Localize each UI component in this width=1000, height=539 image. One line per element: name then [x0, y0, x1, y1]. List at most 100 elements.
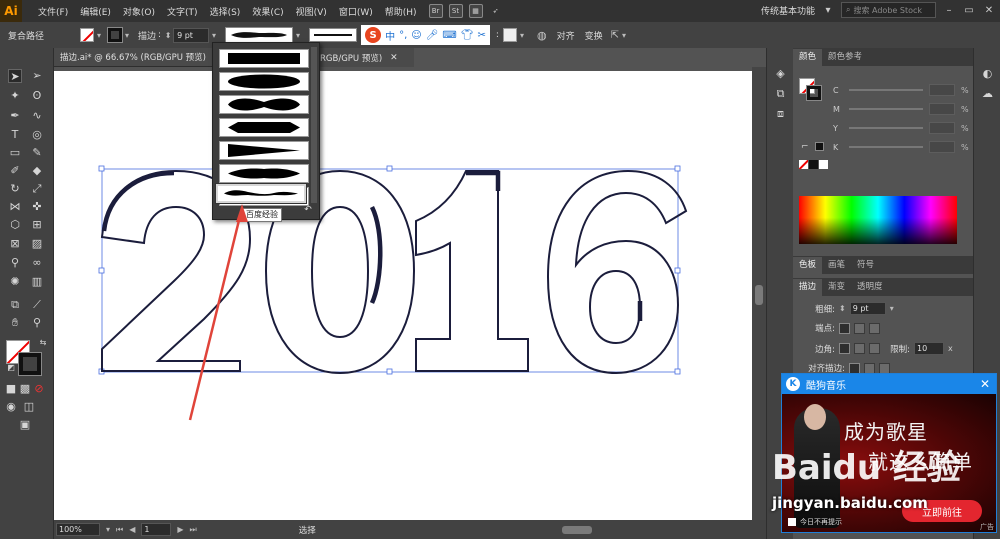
- arrange-documents-icon[interactable]: ▦: [468, 4, 483, 18]
- color-spectrum[interactable]: [799, 196, 957, 244]
- vertical-scrollbar[interactable]: [752, 67, 766, 520]
- bbox-handle[interactable]: [98, 165, 105, 172]
- bbox-handle[interactable]: [674, 267, 681, 274]
- bbox-handle[interactable]: [98, 267, 105, 274]
- menu-effect[interactable]: 效果(C): [246, 5, 289, 18]
- mesh-tool-icon[interactable]: ⊠: [8, 237, 22, 251]
- maximize-icon[interactable]: ▭: [962, 5, 976, 16]
- channel-value-input[interactable]: [929, 103, 955, 115]
- color-mode-icon[interactable]: ■: [4, 382, 18, 396]
- horizontal-scroll-thumb[interactable]: [561, 525, 592, 534]
- width-tool-icon[interactable]: ⋈: [8, 200, 22, 214]
- channel-value-input[interactable]: [929, 122, 955, 134]
- spiral-tool-icon[interactable]: ◎: [30, 128, 44, 142]
- magic-wand-tool-icon[interactable]: ✦: [8, 89, 22, 103]
- menu-type[interactable]: 文字(T): [161, 5, 204, 18]
- canvas-area[interactable]: [54, 67, 766, 520]
- microphone-icon[interactable]: 🎤︎: [426, 30, 439, 41]
- artboard-tool-icon[interactable]: ⧉: [8, 298, 22, 312]
- first-artboard-icon[interactable]: ⏮: [116, 525, 123, 535]
- width-profile-option[interactable]: [219, 164, 309, 183]
- tools-icon[interactable]: ✂: [478, 30, 486, 41]
- transform-button[interactable]: 变换: [585, 29, 603, 42]
- gradient-mode-icon[interactable]: ▩: [18, 382, 32, 396]
- isolate-icon[interactable]: ⇱: [611, 30, 619, 41]
- tab-color-guide[interactable]: 颜色参考: [822, 49, 868, 66]
- bbox-handle[interactable]: [674, 368, 681, 375]
- screen-mode-icon[interactable]: ▣: [18, 418, 32, 432]
- chevron-down-icon[interactable]: ▾: [821, 5, 835, 16]
- lasso-tool-icon[interactable]: ʘ: [30, 89, 44, 103]
- none-mode-icon[interactable]: ⊘: [32, 382, 46, 396]
- variable-width-profile-select[interactable]: [225, 26, 294, 44]
- punctuation-icon[interactable]: °,: [399, 30, 407, 41]
- default-fill-stroke-icon[interactable]: ◩: [4, 361, 18, 375]
- creative-cloud-icon[interactable]: ☁: [980, 86, 995, 101]
- chevron-down-icon[interactable]: ▾: [619, 31, 629, 40]
- zoom-tool-icon[interactable]: ⚲: [30, 316, 44, 330]
- gradient-tool-icon[interactable]: ▨: [30, 237, 44, 251]
- direct-selection-tool-icon[interactable]: ➢: [30, 69, 44, 83]
- tab-swatches[interactable]: 色板: [793, 257, 823, 274]
- menu-help[interactable]: 帮助(H): [379, 5, 423, 18]
- tab-symbols[interactable]: 符号: [851, 257, 880, 274]
- dont-show-checkbox[interactable]: [788, 518, 796, 526]
- butt-cap-button[interactable]: [839, 322, 850, 334]
- libraries-icon[interactable]: ⧉: [773, 86, 788, 101]
- chevron-down-icon[interactable]: ▾: [293, 31, 303, 40]
- stepper-icon[interactable]: ⬍: [163, 31, 173, 40]
- sogou-ime-icon[interactable]: S: [365, 27, 382, 43]
- stroke-label[interactable]: 描边: [138, 29, 156, 42]
- menu-edit[interactable]: 编辑(E): [74, 5, 117, 18]
- menu-object[interactable]: 对象(O): [117, 5, 161, 18]
- color-panel-icon[interactable]: ◐: [980, 66, 995, 81]
- skin-icon[interactable]: 👕︎: [461, 30, 474, 41]
- artboard[interactable]: [54, 71, 752, 520]
- graphic-style-swatch[interactable]: [502, 28, 517, 42]
- symbol-sprayer-tool-icon[interactable]: ✺: [8, 275, 22, 289]
- width-profile-option[interactable]: [219, 49, 309, 68]
- artwork-svg[interactable]: [54, 71, 752, 520]
- channel-slider[interactable]: [849, 108, 923, 110]
- menu-window[interactable]: 窗口(W): [333, 5, 379, 18]
- blend-tool-icon[interactable]: ∞: [30, 256, 44, 270]
- type-tool-icon[interactable]: T: [8, 128, 22, 142]
- align-center-button[interactable]: [849, 362, 860, 374]
- eraser-tool-icon[interactable]: ◆: [30, 164, 44, 178]
- white-quick-swatch[interactable]: [819, 160, 828, 169]
- align-inside-button[interactable]: [864, 362, 875, 374]
- align-outside-button[interactable]: [879, 362, 890, 374]
- artboard-number-input[interactable]: 1: [141, 523, 172, 536]
- reset-profile-icon[interactable]: ↶: [301, 205, 315, 217]
- width-profile-option[interactable]: [219, 95, 309, 114]
- curvature-tool-icon[interactable]: ∿: [30, 109, 44, 123]
- channel-slider[interactable]: [849, 146, 923, 148]
- layers-icon[interactable]: ◈: [773, 66, 788, 81]
- fill-swatch[interactable]: [80, 28, 94, 42]
- tab-brushes[interactable]: 画笔: [822, 257, 851, 274]
- projecting-cap-button[interactable]: [869, 322, 880, 334]
- bbox-handle[interactable]: [386, 368, 393, 375]
- vertical-scroll-thumb[interactable]: [755, 285, 763, 305]
- tab-stroke[interactable]: 描边: [793, 279, 823, 296]
- round-join-button[interactable]: [854, 343, 865, 354]
- menu-select[interactable]: 选择(S): [204, 5, 247, 18]
- gpu-performance-icon[interactable]: ➶: [489, 4, 503, 18]
- stroke-color-box[interactable]: [18, 352, 42, 376]
- black-quick-swatch[interactable]: [809, 160, 818, 169]
- menu-file[interactable]: 文件(F): [32, 5, 74, 18]
- miter-limit-field[interactable]: 10: [914, 342, 944, 355]
- channel-value-input[interactable]: [929, 84, 955, 96]
- chevron-down-icon[interactable]: ▾: [517, 31, 527, 40]
- tab-transparency[interactable]: 透明度: [851, 279, 889, 296]
- rectangle-tool-icon[interactable]: ▭: [8, 146, 22, 160]
- tab-gradient[interactable]: 渐变: [822, 279, 851, 296]
- channel-value-input[interactable]: [929, 141, 955, 153]
- chevron-down-icon[interactable]: ▾: [890, 304, 894, 313]
- close-icon[interactable]: ✕: [982, 5, 996, 16]
- pen-tool-icon[interactable]: ✒: [8, 109, 22, 123]
- bbox-handle[interactable]: [674, 165, 681, 172]
- hand-tool-icon[interactable]: ✋︎: [8, 316, 22, 330]
- puppet-warp-tool-icon[interactable]: ✜: [30, 200, 44, 214]
- ime-language-toggle[interactable]: 中: [385, 28, 395, 43]
